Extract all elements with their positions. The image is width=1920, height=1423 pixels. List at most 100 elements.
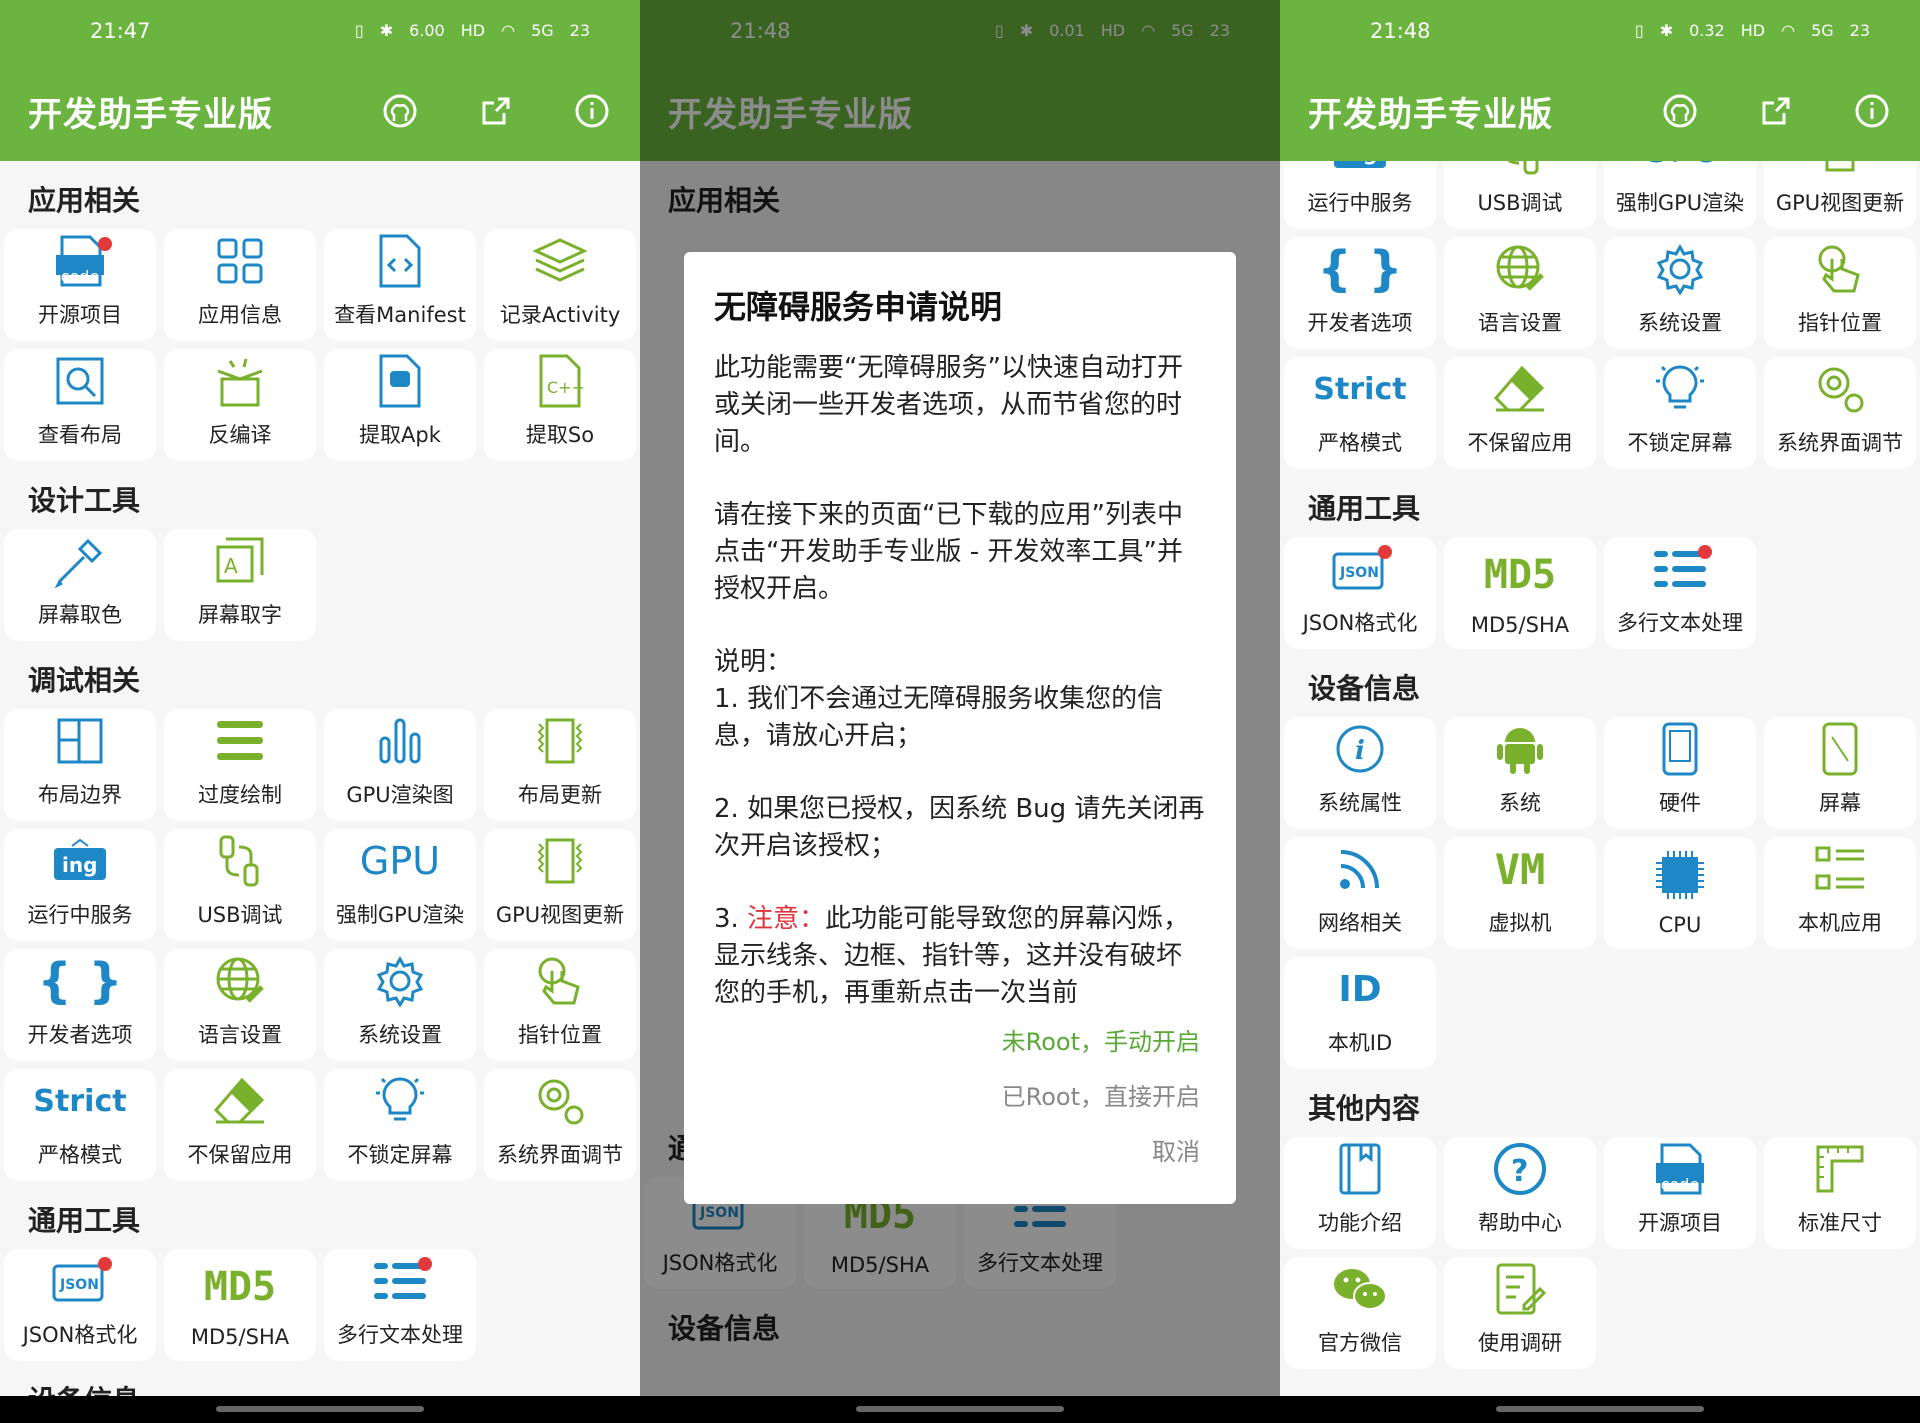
tile-system[interactable]: 系统 <box>1444 717 1596 829</box>
info-icon[interactable] <box>1852 91 1892 131</box>
tile-apk[interactable]: 提取Apk <box>324 349 476 461</box>
tile-vm[interactable]: VM 虚拟机 <box>1444 837 1596 949</box>
tile-open-source[interactable]: code 开源项目 <box>4 229 156 341</box>
inspect-icon <box>55 351 105 411</box>
tile-gpu-view[interactable]: GPU视图更新 <box>484 829 636 941</box>
tile-label: 帮助中心 <box>1478 1211 1562 1235</box>
cancel-button[interactable]: 取消 <box>1002 1125 1200 1180</box>
tile-label: 官方微信 <box>1318 1331 1402 1355</box>
bulb-icon <box>1652 359 1708 419</box>
android-icon <box>1495 719 1545 779</box>
vibrate-icon: ▯ <box>1634 21 1644 40</box>
tile-wechat[interactable]: 官方微信 <box>1284 1257 1436 1369</box>
gpu-glyph: GPU <box>1640 161 1720 171</box>
tile-label: CPU <box>1658 913 1702 937</box>
tile-label: 使用调研 <box>1478 1331 1562 1355</box>
tile-gpu-render[interactable]: GPU渲染图 <box>324 709 476 821</box>
tile-local-apps[interactable]: 本机应用 <box>1764 837 1916 949</box>
tile-bounds[interactable]: 布局边界 <box>4 709 156 821</box>
tile-no-lock[interactable]: 不锁定屏幕 <box>1604 357 1756 469</box>
tile-language[interactable]: 语言设置 <box>1444 237 1596 349</box>
tile-hardware[interactable]: 硬件 <box>1604 717 1756 829</box>
tile-usb[interactable]: USB调试 <box>1444 161 1596 229</box>
tile-pointer[interactable]: 指针位置 <box>1764 237 1916 349</box>
tile-system-settings[interactable]: 系统设置 <box>1604 237 1756 349</box>
home-indicator[interactable] <box>1496 1406 1704 1412</box>
tile-intro[interactable]: 功能介绍 <box>1284 1137 1436 1249</box>
tile-strict[interactable]: Strict 严格模式 <box>4 1069 156 1181</box>
tile-label: 系统设置 <box>1638 311 1722 335</box>
tile-usb[interactable]: USB调试 <box>164 829 316 941</box>
tile-ruler[interactable]: 标准尺寸 <box>1764 1137 1916 1249</box>
tile-force-gpu[interactable]: GPU 强制GPU渲染 <box>324 829 476 941</box>
tile-help[interactable]: ? 帮助中心 <box>1444 1137 1596 1249</box>
tile-md5[interactable]: MD5 MD5/SHA <box>164 1249 316 1361</box>
code-icon: code <box>1660 1175 1700 1194</box>
tile-md5[interactable]: MD5 MD5/SHA <box>1444 537 1596 649</box>
tile-running[interactable]: ing 运行中服务 <box>4 829 156 941</box>
tile-network[interactable]: 网络相关 <box>1284 837 1436 949</box>
phone-icon <box>1660 719 1700 779</box>
tile-running[interactable]: ing 运行中服务 <box>1284 161 1436 229</box>
net-speed: 6.00 <box>409 21 445 40</box>
bluetooth-icon: ✱ <box>379 21 394 40</box>
tile-no-lock[interactable]: 不锁定屏幕 <box>324 1069 476 1181</box>
tile-color[interactable]: 屏幕取色 <box>4 529 156 641</box>
tile-multiline[interactable]: 多行文本处理 <box>1604 537 1756 649</box>
gpu-glyph: GPU <box>359 839 441 883</box>
tile-app-info[interactable]: 应用信息 <box>164 229 316 341</box>
root-enable-button[interactable]: 已Root，直接开启 <box>1002 1070 1200 1125</box>
tile-open-source-2[interactable]: code 开源项目 <box>1604 1137 1756 1249</box>
tile-dev-options[interactable]: { } 开发者选项 <box>4 949 156 1061</box>
github-icon[interactable] <box>380 91 420 131</box>
tile-no-keep[interactable]: 不保留应用 <box>1444 357 1596 469</box>
tile-label: 虚拟机 <box>1488 911 1552 935</box>
tile-layout[interactable]: 查看布局 <box>4 349 156 461</box>
braces-glyph: { } <box>1317 241 1403 297</box>
home-indicator[interactable] <box>216 1406 424 1412</box>
tile-so[interactable]: C++ 提取So <box>484 349 636 461</box>
manual-enable-button[interactable]: 未Root，手动开启 <box>1002 1015 1200 1070</box>
tile-layout-update[interactable]: 布局更新 <box>484 709 636 821</box>
tile-local-id[interactable]: ID 本机ID <box>1284 957 1436 1069</box>
tile-screen[interactable]: 屏幕 <box>1764 717 1916 829</box>
tile-sys-prop[interactable]: i 系统属性 <box>1284 717 1436 829</box>
dialog-paragraph: 1. 我们不会通过无障碍服务收集您的信息，请放心开启； <box>714 684 1164 751</box>
tile-multiline[interactable]: 多行文本处理 <box>324 1249 476 1361</box>
svg-text:JSON: JSON <box>59 1277 99 1293</box>
tile-cpu[interactable]: CPU <box>1604 837 1756 949</box>
github-icon[interactable] <box>1660 91 1700 131</box>
tile-pointer[interactable]: 指针位置 <box>484 949 636 1061</box>
tile-decompile[interactable]: 反编译 <box>164 349 316 461</box>
signal-icon: 5G <box>1811 21 1834 40</box>
tile-strict[interactable]: Strict 严格模式 <box>1284 357 1436 469</box>
info-icon[interactable] <box>572 91 612 131</box>
tile-label: 不保留应用 <box>1467 431 1573 455</box>
tile-label: 开源项目 <box>1638 1211 1722 1235</box>
tile-force-gpu[interactable]: GPU 强制GPU渲染 <box>1604 161 1756 229</box>
tile-label: 屏幕 <box>1819 791 1861 815</box>
tile-manifest[interactable]: 查看Manifest <box>324 229 476 341</box>
tile-json[interactable]: JSON JSON格式化 <box>1284 537 1436 649</box>
tile-system-settings[interactable]: 系统设置 <box>324 949 476 1061</box>
tile-label: 屏幕取色 <box>38 603 122 627</box>
tile-ui-tune[interactable]: 系统界面调节 <box>1764 357 1916 469</box>
tile-label: GPU视图更新 <box>495 903 625 927</box>
tile-survey[interactable]: 使用调研 <box>1444 1257 1596 1369</box>
tile-json[interactable]: JSON JSON格式化 <box>4 1249 156 1361</box>
tile-ui-tune[interactable]: 系统界面调节 <box>484 1069 636 1181</box>
tile-language[interactable]: 语言设置 <box>164 949 316 1061</box>
home-indicator[interactable] <box>856 1406 1064 1412</box>
tile-dev-options[interactable]: { } 开发者选项 <box>1284 237 1436 349</box>
tile-no-keep[interactable]: 不保留应用 <box>164 1069 316 1181</box>
share-icon[interactable] <box>1756 91 1796 131</box>
tile-overdraw[interactable]: 过度绘制 <box>164 709 316 821</box>
share-icon[interactable] <box>476 91 516 131</box>
status-bar: 21:47 ▯ ✱ 6.00 HD ◠ 5G 23 <box>0 0 640 61</box>
tile-label: 强制GPU渲染 <box>335 903 465 927</box>
main-list[interactable]: ing 运行中服务 USB调试 GPU 强制GPU渲染 GPU视图更新 { } 开发者… <box>1280 161 1920 1396</box>
tile-activity[interactable]: 记录Activity <box>484 229 636 341</box>
tile-text[interactable]: A 屏幕取字 <box>164 529 316 641</box>
main-list[interactable]: 应用相关 code 开源项目 应用信息 查看Manifest 记录Activity… <box>0 161 640 1396</box>
tile-gpu-view[interactable]: GPU视图更新 <box>1764 161 1916 229</box>
